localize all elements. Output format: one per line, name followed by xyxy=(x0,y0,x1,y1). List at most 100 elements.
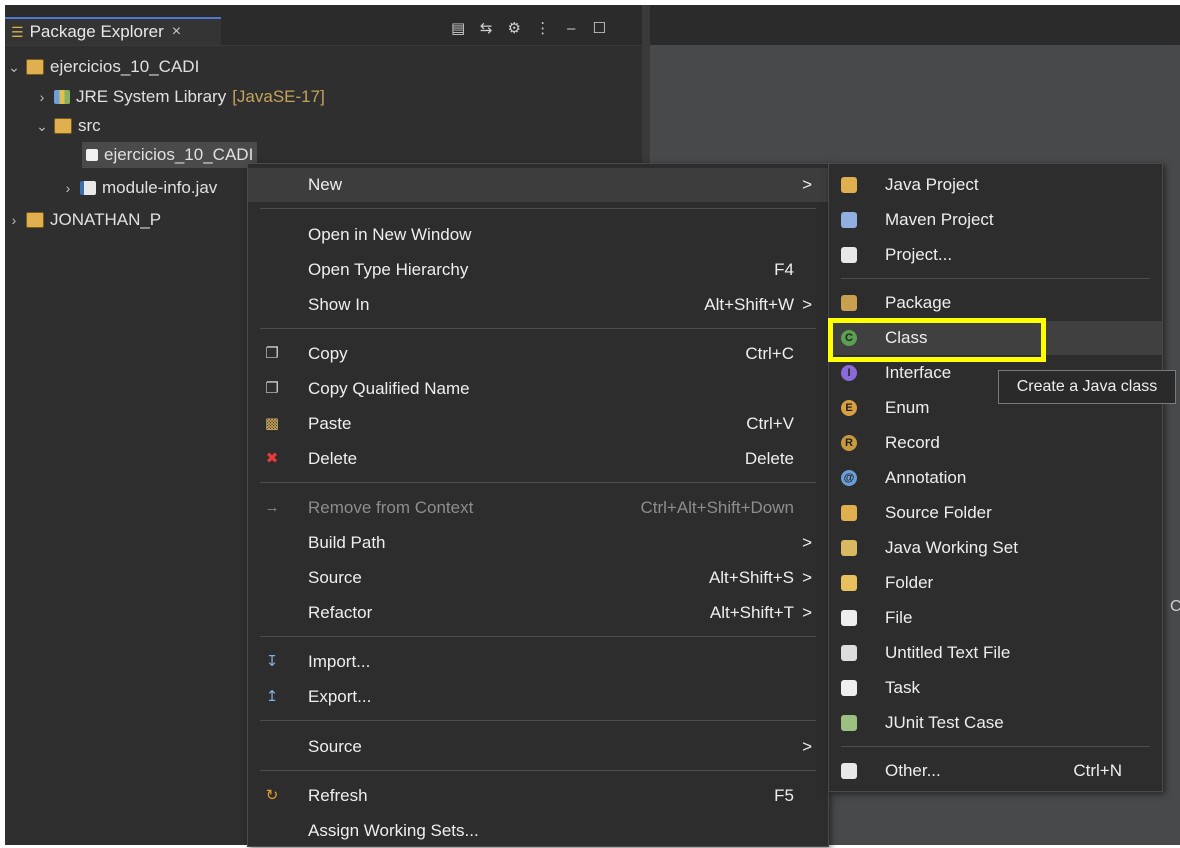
chevron-right-icon[interactable]: › xyxy=(36,89,48,105)
tree-item-src[interactable]: ⌄ src xyxy=(36,113,101,139)
tree-item-package[interactable]: ejercicios_10_CADI xyxy=(82,142,258,168)
menu-item-source[interactable]: Source Alt+Shift+S > xyxy=(248,561,828,595)
chevron-down-icon[interactable]: ⌄ xyxy=(8,59,20,76)
filters-icon[interactable]: ⚙ xyxy=(507,19,521,37)
annotation-icon: @ xyxy=(841,470,857,486)
tree-item-project2[interactable]: › JONATHAN_P xyxy=(8,207,162,233)
text-file-icon xyxy=(841,645,857,661)
shortcut: Delete xyxy=(744,449,794,468)
submenu-item-maven-project[interactable]: Maven Project xyxy=(829,203,1162,237)
chevron-right-icon: > xyxy=(802,295,812,314)
chevron-right-icon[interactable]: › xyxy=(62,180,74,196)
chevron-down-icon[interactable]: ⌄ xyxy=(36,118,48,135)
shortcut: Ctrl+Alt+Shift+Down xyxy=(640,498,794,517)
source-folder-icon xyxy=(54,118,72,134)
chevron-right-icon[interactable]: › xyxy=(8,212,20,228)
copy-icon: ❐ xyxy=(265,345,279,362)
package-icon xyxy=(841,295,857,311)
shortcut: Ctrl+N xyxy=(1073,761,1122,780)
menu-separator xyxy=(260,770,816,771)
menu-item-show-in[interactable]: Show In Alt+Shift+W > xyxy=(248,288,828,322)
submenu-item-task[interactable]: Task xyxy=(829,671,1162,705)
menu-item-refresh[interactable]: ↻ Refresh F5 xyxy=(248,779,828,813)
submenu-item-java-working-set[interactable]: Java Working Set xyxy=(829,531,1162,565)
junit-icon xyxy=(841,715,857,731)
menu-item-assign-working-sets[interactable]: Assign Working Sets... xyxy=(248,814,828,848)
jre-label: JRE System Library xyxy=(76,87,227,106)
submenu-item-junit-test-case[interactable]: JUnit Test Case xyxy=(829,706,1162,740)
src-label: src xyxy=(78,116,101,135)
menu-item-build-path[interactable]: Build Path > xyxy=(248,526,828,560)
tab-title: Package Explorer xyxy=(29,22,164,41)
submenu-item-annotation[interactable]: @ Annotation xyxy=(829,461,1162,495)
annotation-highlight-box xyxy=(828,318,1046,362)
close-icon[interactable]: × xyxy=(172,23,181,41)
menu-item-new[interactable]: New > xyxy=(248,168,828,202)
task-icon xyxy=(841,680,857,696)
package-explorer-icon: ☰ xyxy=(11,23,24,40)
submenu-item-folder[interactable]: Folder xyxy=(829,566,1162,600)
menu-separator xyxy=(260,328,816,329)
menu-item-remove-from-context[interactable]: → Remove from Context Ctrl+Alt+Shift+Dow… xyxy=(248,491,828,525)
menu-separator xyxy=(260,636,816,637)
import-icon: ↧ xyxy=(265,653,279,670)
source-folder-icon xyxy=(841,505,857,521)
submenu-item-project[interactable]: Project... xyxy=(829,238,1162,272)
refresh-icon: ↻ xyxy=(265,787,279,804)
project-icon xyxy=(841,247,857,263)
submenu-item-file[interactable]: File xyxy=(829,601,1162,635)
view-toolbar: ▤ ⇆ ⚙ ⋮ – ☐ xyxy=(451,19,606,38)
maximize-icon[interactable]: ☐ xyxy=(592,19,606,37)
menu-item-paste[interactable]: ▩ Paste Ctrl+V xyxy=(248,407,828,441)
tree-item-jre[interactable]: › JRE System Library [JavaSE-17] xyxy=(36,84,325,110)
submenu-item-untitled-text-file[interactable]: Untitled Text File xyxy=(829,636,1162,670)
other-wizard-icon xyxy=(841,763,857,779)
remove-context-icon: → xyxy=(264,499,280,516)
chevron-right-icon: > xyxy=(802,737,812,756)
tree-item-module-info[interactable]: › module-info.jav xyxy=(62,175,218,201)
paste-icon: ▩ xyxy=(264,415,280,432)
java-file-icon xyxy=(80,181,96,195)
project-name: ejercicios_10_CADI xyxy=(50,57,200,76)
record-icon: R xyxy=(841,435,857,451)
menu-item-export[interactable]: ↥ Export... xyxy=(248,680,828,714)
chevron-right-icon: > xyxy=(802,175,812,194)
chevron-right-icon: > xyxy=(802,603,812,622)
menu-separator xyxy=(841,278,1150,279)
menu-separator xyxy=(260,208,816,209)
menu-item-refactor[interactable]: Refactor Alt+Shift+T > xyxy=(248,596,828,630)
menu-item-import[interactable]: ↧ Import... xyxy=(248,645,828,679)
library-icon xyxy=(54,90,70,104)
minimize-icon[interactable]: – xyxy=(564,20,578,37)
menu-item-open-type-hierarchy[interactable]: Open Type Hierarchy F4 xyxy=(248,253,828,287)
shortcut: Alt+Shift+S xyxy=(708,568,794,587)
context-menu: New > Open in New Window Open Type Hiera… xyxy=(247,163,829,847)
view-menu-icon[interactable]: ⋮ xyxy=(535,19,550,37)
tree-item-project[interactable]: ⌄ ejercicios_10_CADI xyxy=(8,54,199,80)
menu-item-delete[interactable]: ✖ Delete Delete xyxy=(248,442,828,476)
link-with-editor-icon[interactable]: ⇆ xyxy=(479,19,493,37)
submenu-item-package[interactable]: Package xyxy=(829,286,1162,320)
submenu-item-java-project[interactable]: Java Project xyxy=(829,168,1162,202)
jre-version: [JavaSE-17] xyxy=(232,87,325,106)
submenu-item-source-folder[interactable]: Source Folder xyxy=(829,496,1162,530)
menu-item-copy[interactable]: ❐ Copy Ctrl+C xyxy=(248,337,828,371)
interface-icon: I xyxy=(841,365,857,381)
menu-item-copy-qualified-name[interactable]: ❐ Copy Qualified Name xyxy=(248,372,828,406)
editor-edge-text: C xyxy=(1170,598,1180,615)
submenu-item-other[interactable]: Other... Ctrl+N xyxy=(829,754,1162,788)
menu-item-open-new-window[interactable]: Open in New Window xyxy=(248,218,828,252)
submenu-item-record[interactable]: R Record xyxy=(829,426,1162,460)
package-explorer-tab[interactable]: ☰ Package Explorer × xyxy=(5,17,221,45)
export-icon: ↥ xyxy=(265,688,279,705)
java-project-icon xyxy=(26,212,44,228)
project2-name: JONATHAN_P xyxy=(50,210,162,229)
editor-tab-area xyxy=(650,5,1180,45)
shortcut: Ctrl+V xyxy=(746,414,794,433)
menu-item-source-2[interactable]: Source > xyxy=(248,730,828,764)
chevron-right-icon: > xyxy=(802,533,812,552)
package-icon xyxy=(86,149,98,161)
shortcut: F5 xyxy=(774,786,794,805)
collapse-all-icon[interactable]: ▤ xyxy=(451,19,465,37)
menu-separator xyxy=(260,482,816,483)
